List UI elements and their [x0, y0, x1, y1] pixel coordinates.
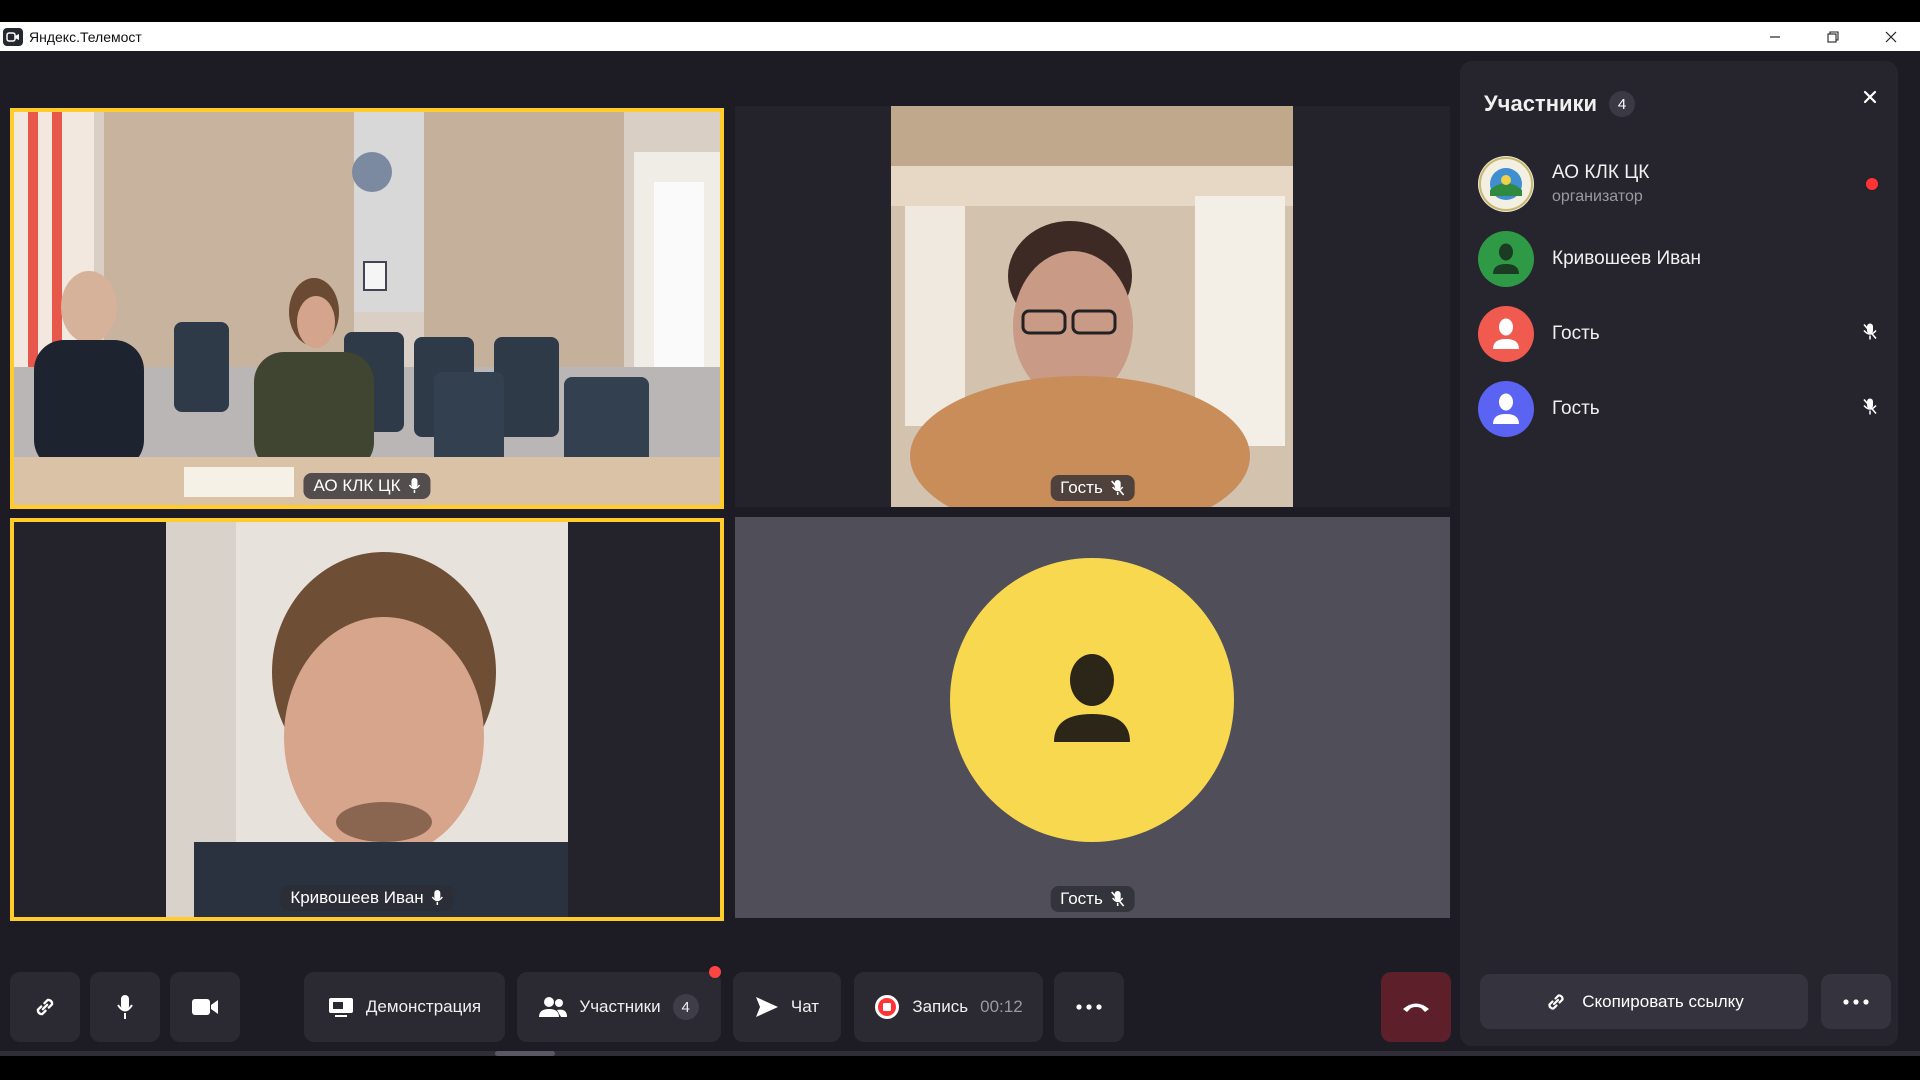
panel-close-button[interactable]: [1856, 83, 1884, 111]
chat-label: Чат: [790, 997, 820, 1016]
organization-logo: [1478, 155, 1534, 212]
close-icon: [1885, 31, 1897, 42]
user-icon: [1493, 318, 1519, 349]
video-tile-guest-2[interactable]: Гость: [735, 517, 1450, 918]
record-timer: 00:12: [980, 997, 1023, 1016]
avatar: [1478, 230, 1534, 287]
screen-top-edge: [0, 0, 1920, 22]
send-icon: [755, 997, 778, 1017]
tile-name: Гость: [1060, 478, 1103, 497]
tile-name: Кривошеев Иван: [290, 888, 424, 907]
screen-bottom-edge: [0, 1056, 1920, 1080]
participant-name: Гость: [1552, 322, 1600, 344]
recording-dot: [1866, 177, 1878, 190]
more-icon: [1076, 1004, 1102, 1010]
participant-name: Гость: [1552, 397, 1600, 419]
participant-item[interactable]: АО КЛК ЦК организатор: [1478, 146, 1886, 221]
copy-link-button[interactable]: Скопировать ссылку: [1480, 974, 1808, 1029]
screen-share-button[interactable]: Демонстрация: [304, 972, 505, 1042]
participant-video: [14, 522, 720, 917]
participant-item[interactable]: Кривошеев Иван: [1478, 221, 1886, 296]
user-icon: [1493, 243, 1519, 274]
participant-mute-indicator: [1862, 322, 1878, 345]
participant-mute-indicator: [1862, 397, 1878, 420]
record-icon: [875, 995, 900, 1019]
notification-dot: [709, 966, 721, 978]
participant-role: организатор: [1552, 187, 1643, 205]
recording-indicator: [1866, 177, 1878, 190]
minimize-icon: [1770, 35, 1780, 38]
window-title: Яндекс.Телемост: [29, 28, 142, 45]
tile-name: АО КЛК ЦК: [313, 476, 401, 495]
end-call-button[interactable]: [1381, 972, 1451, 1042]
panel-title: Участники: [1484, 91, 1598, 116]
screen-share-icon: [328, 998, 353, 1017]
user-icon: [1054, 654, 1130, 742]
screen-share-label: Демонстрация: [365, 997, 482, 1016]
telemost-app-icon: [3, 27, 23, 46]
microphone-icon: [117, 995, 133, 1019]
tile-name: Гость: [1060, 889, 1103, 908]
chat-button[interactable]: Чат: [733, 972, 841, 1042]
guest-avatar: [950, 558, 1234, 842]
participant-item[interactable]: Гость: [1478, 371, 1886, 446]
participants-list: АО КЛК ЦК организатор Кривошеев Иван Гос…: [1478, 146, 1886, 446]
participants-panel: Участники 4 АО КЛК ЦК организатор Кривош…: [1460, 61, 1898, 1046]
mic-off-icon: [1111, 891, 1125, 907]
user-icon: [1493, 393, 1519, 424]
tile-name-label: АО КЛК ЦК: [303, 473, 431, 499]
video-tile-guest-1[interactable]: Гость: [735, 106, 1450, 507]
avatar: [1478, 380, 1534, 437]
mic-off-icon: [1863, 398, 1877, 414]
participant-item[interactable]: Гость: [1478, 296, 1886, 371]
mic-off-icon: [1863, 323, 1877, 339]
more-icon: [1843, 998, 1869, 1005]
invite-link-button[interactable]: [10, 972, 80, 1042]
close-icon: [1863, 90, 1877, 104]
record-label: Запись: [912, 997, 969, 1016]
restore-button[interactable]: [1804, 22, 1862, 51]
copy-link-label: Скопировать ссылку: [1582, 991, 1744, 1011]
hang-up-icon: [1403, 1003, 1429, 1012]
participants-count-badge: 4: [1609, 91, 1636, 117]
mic-on-icon: [432, 890, 444, 905]
conference-room-video: [14, 112, 720, 505]
participants-icon: [539, 997, 568, 1017]
panel-header: Участники 4: [1484, 91, 1636, 117]
participants-button[interactable]: Участники 4: [517, 966, 721, 1042]
record-button[interactable]: Запись 00:12: [854, 972, 1043, 1042]
more-options-button[interactable]: [1054, 972, 1124, 1042]
window-titlebar: Яндекс.Телемост: [0, 22, 1920, 51]
mic-off-icon: [1111, 480, 1125, 496]
panel-more-button[interactable]: [1821, 974, 1891, 1029]
video-tile-krivosheev-ivan[interactable]: Кривошеев Иван: [10, 518, 724, 921]
participant-name: Кривошеев Иван: [1552, 247, 1702, 269]
tile-name-label: Гость: [1050, 886, 1135, 912]
camera-button[interactable]: [170, 972, 240, 1042]
participant-name: АО КЛК ЦК: [1552, 161, 1650, 183]
tile-name-label: Гость: [1050, 475, 1135, 501]
avatar: [1478, 305, 1534, 362]
minimize-button[interactable]: [1746, 22, 1804, 51]
conference-app: АО КЛК ЦК Гость Кривошеев Иван Гость Уча…: [0, 51, 1920, 1056]
link-icon: [36, 998, 54, 1016]
mic-on-icon: [408, 478, 421, 493]
link-icon: [1548, 993, 1564, 1010]
guest-video: [735, 106, 1450, 507]
window-close-button[interactable]: [1862, 22, 1920, 51]
participants-count: 4: [672, 994, 699, 1020]
restore-icon: [1827, 30, 1839, 43]
participants-label: Участники: [579, 997, 661, 1016]
tile-name-label: Кривошеев Иван: [280, 885, 454, 911]
camera-icon: [192, 999, 218, 1015]
video-tile-ao-klk-ck[interactable]: АО КЛК ЦК: [10, 108, 724, 509]
microphone-button[interactable]: [90, 972, 160, 1042]
